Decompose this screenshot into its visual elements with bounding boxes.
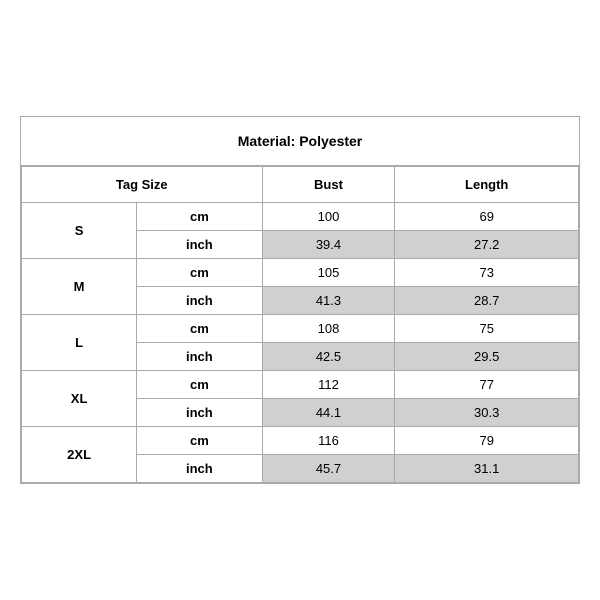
length-cm-value: 77 [395, 371, 579, 399]
size-cell: XL [22, 371, 137, 427]
size-chart-container: Material: Polyester Tag Size Bust Length… [20, 116, 580, 484]
bust-inch-value: 42.5 [262, 343, 395, 371]
length-header: Length [395, 167, 579, 203]
length-inch-value: 31.1 [395, 455, 579, 483]
unit-inch-cell: inch [137, 455, 262, 483]
size-cell: S [22, 203, 137, 259]
unit-inch-cell: inch [137, 399, 262, 427]
unit-cm-cell: cm [137, 315, 262, 343]
length-cm-value: 79 [395, 427, 579, 455]
unit-inch-cell: inch [137, 287, 262, 315]
unit-inch-cell: inch [137, 231, 262, 259]
unit-cm-cell: cm [137, 203, 262, 231]
tag-size-header: Tag Size [22, 167, 263, 203]
bust-cm-value: 116 [262, 427, 395, 455]
length-inch-value: 27.2 [395, 231, 579, 259]
bust-inch-value: 44.1 [262, 399, 395, 427]
unit-cm-cell: cm [137, 427, 262, 455]
table-row: Scm10069 [22, 203, 579, 231]
table-row: Lcm10875 [22, 315, 579, 343]
unit-cm-cell: cm [137, 371, 262, 399]
size-table: Tag Size Bust Length Scm10069inch39.427.… [21, 166, 579, 483]
size-cell: M [22, 259, 137, 315]
length-cm-value: 75 [395, 315, 579, 343]
table-row: Mcm10573 [22, 259, 579, 287]
length-cm-value: 73 [395, 259, 579, 287]
table-row: 2XLcm11679 [22, 427, 579, 455]
bust-header: Bust [262, 167, 395, 203]
table-row: XLcm11277 [22, 371, 579, 399]
unit-cm-cell: cm [137, 259, 262, 287]
length-inch-value: 28.7 [395, 287, 579, 315]
length-inch-value: 29.5 [395, 343, 579, 371]
bust-cm-value: 112 [262, 371, 395, 399]
bust-inch-value: 39.4 [262, 231, 395, 259]
bust-inch-value: 41.3 [262, 287, 395, 315]
bust-cm-value: 108 [262, 315, 395, 343]
bust-inch-value: 45.7 [262, 455, 395, 483]
size-cell: 2XL [22, 427, 137, 483]
chart-title: Material: Polyester [21, 117, 579, 166]
bust-cm-value: 105 [262, 259, 395, 287]
size-cell: L [22, 315, 137, 371]
unit-inch-cell: inch [137, 343, 262, 371]
length-inch-value: 30.3 [395, 399, 579, 427]
bust-cm-value: 100 [262, 203, 395, 231]
length-cm-value: 69 [395, 203, 579, 231]
